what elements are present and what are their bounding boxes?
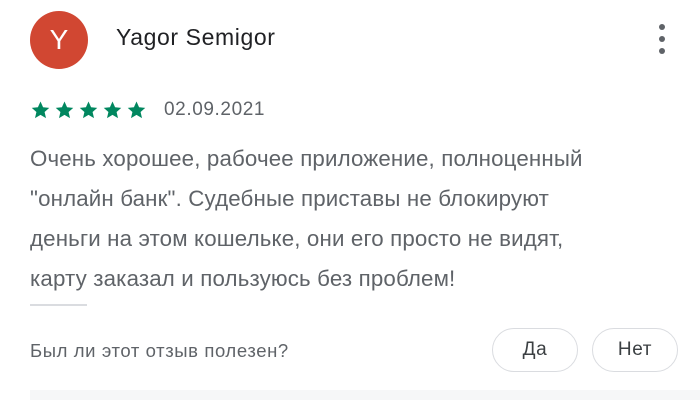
more-dot <box>659 48 665 54</box>
star-icon <box>103 101 122 119</box>
more-dot <box>659 24 665 30</box>
author-name: Yagor Semigor <box>116 24 276 50</box>
review-text: Очень хорошее, рабочее приложение, полно… <box>30 139 690 299</box>
review-card: Y Yagor Semigor 02.09.2021 Очень хорошее… <box>0 0 700 400</box>
helpful-yes-label: Да <box>522 339 548 360</box>
review-text-line: деньги на этом кошельке, они его просто … <box>30 226 564 251</box>
star-icon <box>127 101 146 119</box>
avatar-letter: Y <box>49 24 69 55</box>
rating-row: 02.09.2021 <box>30 97 265 123</box>
avatar: Y <box>30 11 88 69</box>
helpful-yes-button[interactable]: Да <box>492 328 578 372</box>
helpful-no-button[interactable]: Нет <box>592 328 678 372</box>
more-vert-icon[interactable] <box>652 22 674 56</box>
star-icon <box>31 101 50 119</box>
helpful-no-label: Нет <box>617 339 653 360</box>
helpful-question: Был ли этот отзыв полезен? <box>30 340 289 361</box>
divider <box>30 304 87 306</box>
review-text-line: карту заказал и пользуюсь без проблем! <box>30 266 456 291</box>
next-card-edge <box>30 390 700 400</box>
review-date: 02.09.2021 <box>164 99 266 120</box>
more-dot <box>659 36 665 42</box>
star-icon <box>79 101 98 119</box>
review-text-line: "онлайн банк". Судебные приставы не блок… <box>30 186 549 211</box>
star-rating <box>30 100 150 120</box>
star-icon <box>55 101 74 119</box>
review-text-line: Очень хорошее, рабочее приложение, полно… <box>30 146 583 171</box>
